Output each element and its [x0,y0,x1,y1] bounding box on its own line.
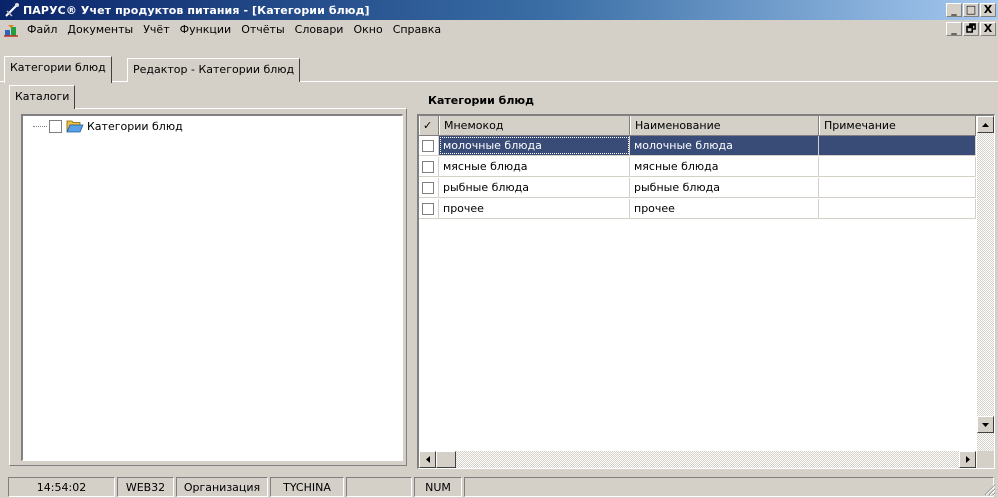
row-checkbox-cell[interactable] [419,157,439,176]
menu-dictionaries[interactable]: Словари [290,23,349,36]
cell-mnemocode[interactable]: молочные блюда [439,136,630,155]
row-checkbox-cell[interactable] [419,199,439,218]
folder-open-icon [66,120,84,133]
mdi-close-button[interactable]: X [980,22,996,36]
menu-help[interactable]: Справка [388,23,446,36]
arrow-left-icon [425,456,430,463]
status-server: WEB32 [117,477,174,497]
close-button[interactable]: X [980,3,996,17]
tree-node-label: Категории блюд [87,119,183,133]
status-user: TYCHINA [270,477,344,497]
column-header-note[interactable]: Примечание [819,116,976,135]
grid-body: ✓ Мнемокод Наименование Примечание молоч… [419,116,976,447]
maximize-button[interactable]: □ [963,3,979,17]
status-bar: 14:54:02 WEB32 Организация TYCHINA NUM [0,474,998,498]
mdi-minimize-button[interactable]: _ [946,22,962,36]
tab-editor-categories[interactable]: Редактор - Категории блюд [127,58,301,82]
status-numlock: NUM [414,477,462,497]
cell-note[interactable] [819,136,976,155]
cell-mnemocode[interactable]: прочее [439,199,630,218]
categories-panel: Категории блюд ✓ Мнемокод Наименование П… [413,85,998,469]
status-time: 14:54:02 [8,477,115,497]
tab-catalogs[interactable]: Каталоги [9,85,76,109]
tree-node-checkbox[interactable] [49,119,62,133]
cell-note[interactable] [819,178,976,197]
vertical-scrollbar[interactable] [977,116,994,451]
menu-accounting[interactable]: Учёт [138,23,174,36]
grid-header-row: ✓ Мнемокод Наименование Примечание [419,116,976,136]
window-title: ПАРУС® Учет продуктов питания - [Категор… [23,3,370,17]
tree-connector [33,125,47,127]
table-row[interactable]: рыбные блюда рыбные блюда [419,178,976,198]
status-empty [346,477,412,497]
menu-documents[interactable]: Документы [62,23,138,36]
catalogs-tabs: Каталоги [9,85,406,109]
resize-grip-icon[interactable] [984,484,996,496]
row-checkbox-cell[interactable] [419,178,439,197]
column-header-mnemocode[interactable]: Мнемокод [439,116,630,135]
row-checkbox[interactable] [422,182,434,194]
row-checkbox[interactable] [422,203,434,215]
minimize-button[interactable]: _ [946,3,962,17]
cell-name[interactable]: мясные блюда [630,157,819,176]
menu-bar: Файл Документы Учёт Функции Отчёты Слова… [0,20,998,39]
parus-app-icon [5,3,19,17]
title-bar[interactable]: ПАРУС® Учет продуктов питания - [Категор… [0,0,998,20]
arrow-down-icon [982,422,989,427]
status-message [464,477,994,497]
tab-categories[interactable]: Категории блюд [4,56,112,83]
mdi-restore-button[interactable]: 🗗 [963,22,979,36]
table-row[interactable]: молочные блюда молочные блюда [419,136,976,156]
menu-window[interactable]: Окно [348,23,387,36]
grid-title: Категории блюд [428,94,534,107]
cell-name[interactable]: прочее [630,199,819,218]
cell-mnemocode[interactable]: рыбные блюда [439,178,630,197]
cell-name[interactable]: рыбные блюда [630,178,819,197]
menu-functions[interactable]: Функции [175,23,237,36]
menu-reports[interactable]: Отчёты [236,23,289,36]
scroll-left-button[interactable] [419,451,436,468]
scrollbar-corner [977,451,994,468]
cell-note[interactable] [819,157,976,176]
cell-mnemocode[interactable]: мясные блюда [439,157,630,176]
horizontal-scrollbar[interactable] [419,451,976,468]
document-tabs: Категории блюд Редактор - Категории блюд [0,56,998,83]
cell-name[interactable]: молочные блюда [630,136,819,155]
status-organization: Организация [176,477,268,497]
row-checkbox[interactable] [422,140,434,152]
cell-note[interactable] [819,199,976,218]
scroll-right-button[interactable] [959,451,976,468]
column-header-name[interactable]: Наименование [630,116,819,135]
scroll-down-button[interactable] [977,416,994,433]
categories-grid[interactable]: ✓ Мнемокод Наименование Примечание молоч… [417,114,995,469]
arrow-up-icon [982,122,989,127]
mdi-document-icon[interactable] [3,22,19,38]
row-checkbox-cell[interactable] [419,136,439,155]
row-checkbox[interactable] [422,161,434,173]
horizontal-scroll-thumb[interactable] [436,451,456,468]
scroll-up-button[interactable] [977,116,994,133]
column-header-check[interactable]: ✓ [419,116,439,135]
tree-node-categories[interactable]: Категории блюд [33,118,183,134]
catalog-tree[interactable]: Категории блюд [21,114,403,461]
table-row[interactable]: прочее прочее [419,199,976,219]
arrow-right-icon [965,456,970,463]
table-row[interactable]: мясные блюда мясные блюда [419,157,976,177]
menu-file[interactable]: Файл [22,23,62,36]
panel-splitter[interactable] [407,84,412,467]
